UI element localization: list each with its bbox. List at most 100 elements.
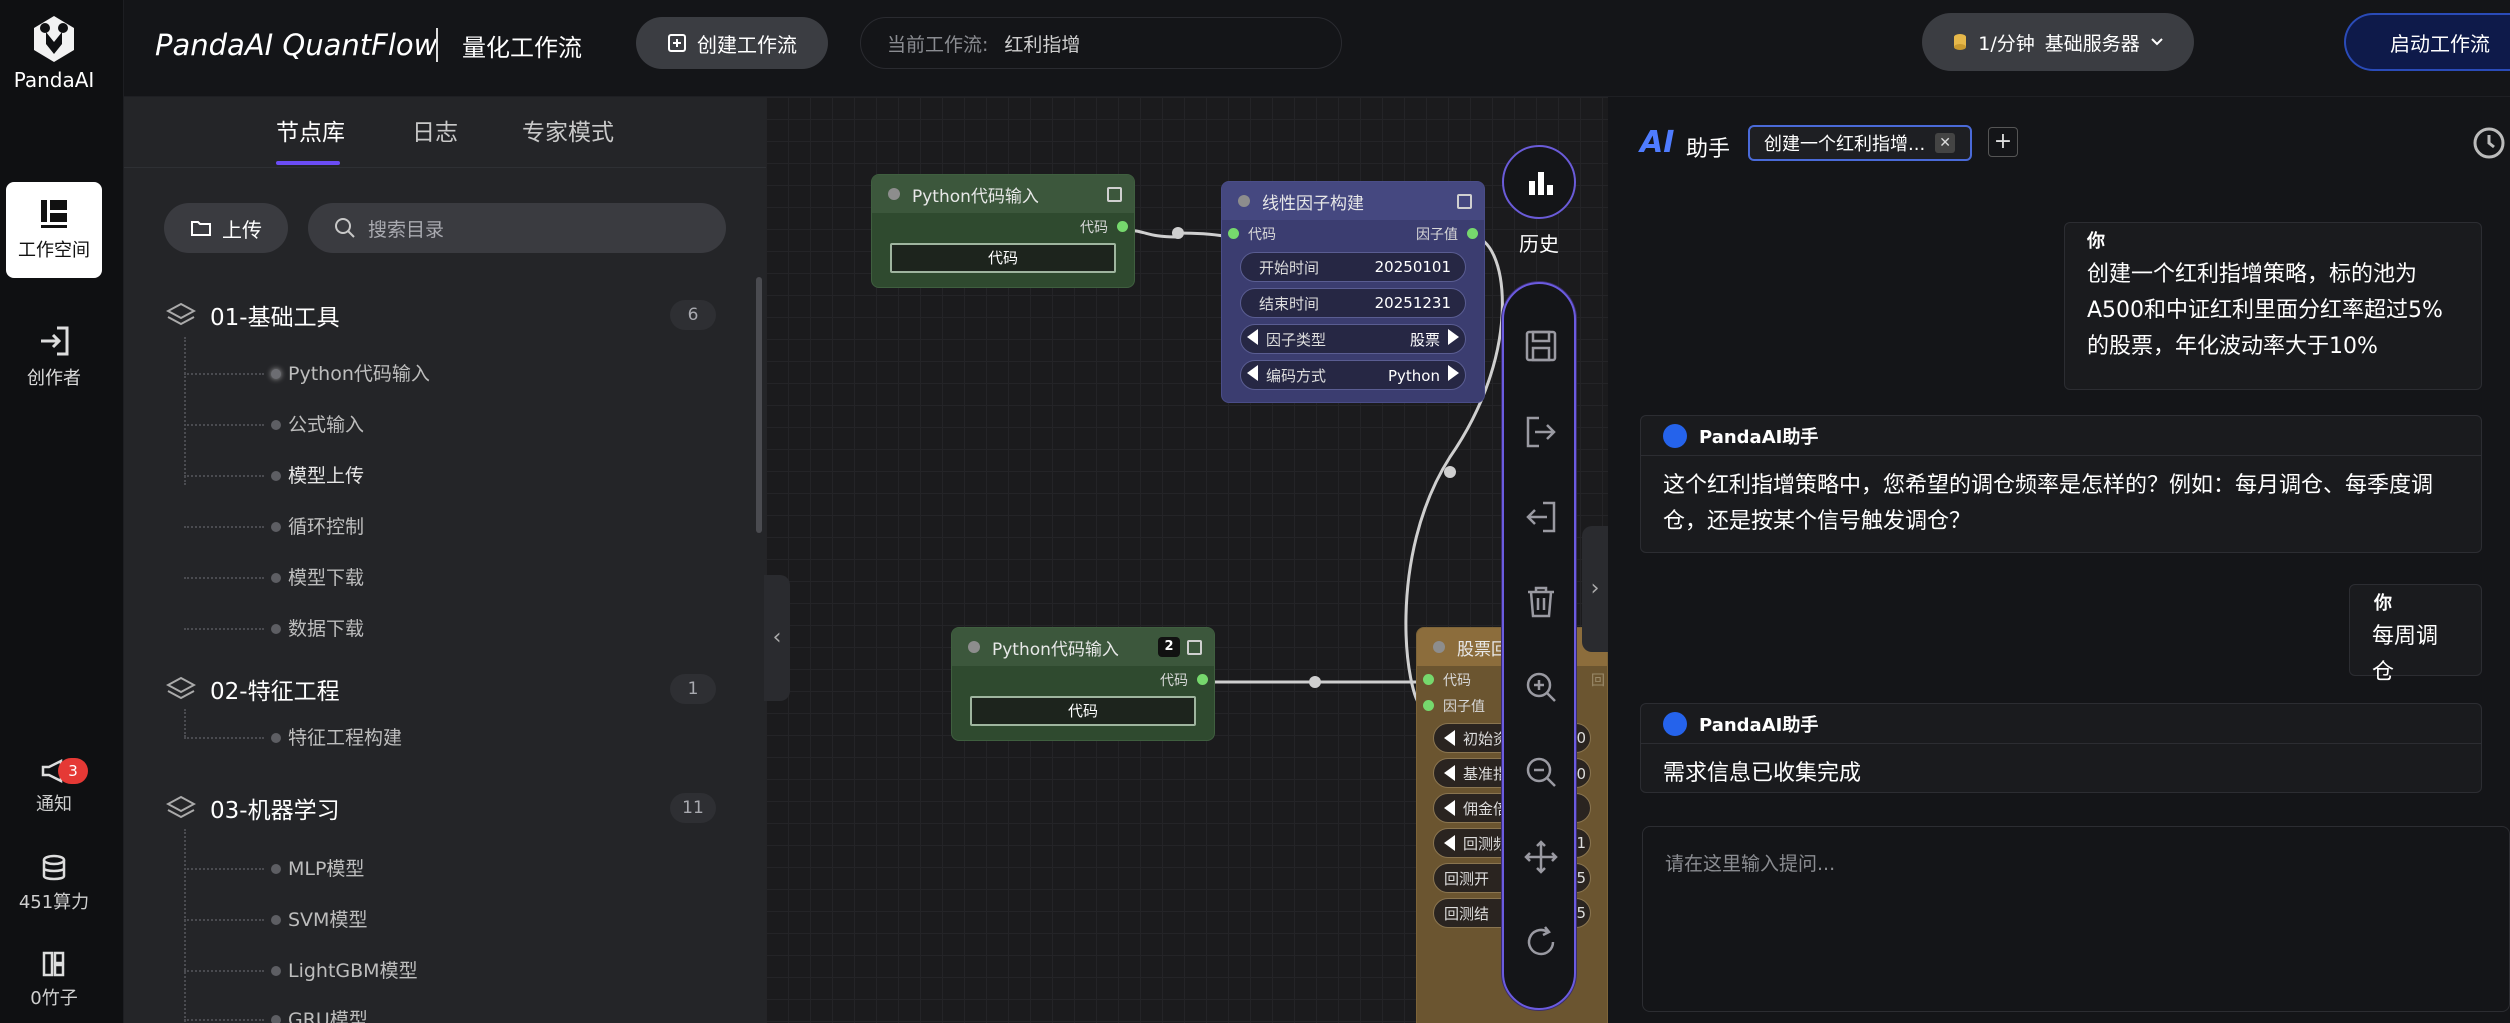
factor-type-select[interactable]: 因子类型 股票: [1240, 324, 1466, 354]
tab-node-library[interactable]: 节点库: [276, 113, 345, 147]
message-header: PandaAI助手: [1641, 704, 2481, 744]
start-time-field[interactable]: 开始时间 20250101: [1240, 252, 1466, 282]
active-tab-indicator: [276, 161, 340, 165]
server-selector[interactable]: 1/分钟 基础服务器: [1922, 13, 2194, 71]
tab-log[interactable]: 日志: [412, 113, 458, 147]
question-input[interactable]: 请在这里输入提问...: [1642, 826, 2510, 1012]
category-count: 1: [670, 674, 716, 704]
output-port[interactable]: [1197, 674, 1208, 685]
create-workflow-button[interactable]: 创建工作流: [636, 17, 828, 69]
collapse-left-panel-button[interactable]: ‹: [764, 575, 790, 701]
catalog-search-input[interactable]: 搜索目录: [308, 203, 726, 253]
node-header[interactable]: Python代码输入: [872, 175, 1134, 213]
history-label: 历史: [1519, 232, 1559, 256]
input-label: 代码: [1443, 673, 1471, 689]
export-icon[interactable]: [1523, 414, 1559, 450]
arrow-left-icon[interactable]: [1444, 835, 1455, 851]
clock-icon[interactable]: [2472, 126, 2506, 160]
node-status-dot: [1238, 195, 1250, 207]
list-item[interactable]: 循环控制: [184, 512, 584, 542]
list-item[interactable]: 模型下载: [184, 563, 584, 593]
node-header[interactable]: 线性因子构建: [1222, 182, 1484, 220]
input-port[interactable]: [1423, 700, 1434, 711]
zoom-out-icon[interactable]: [1523, 754, 1559, 790]
toggle-assistant-button[interactable]: ›: [1582, 526, 1608, 652]
close-icon[interactable]: ✕: [1935, 133, 1956, 153]
rail-bamboo[interactable]: 0竹子: [6, 950, 102, 1010]
list-item[interactable]: Python代码输入: [184, 359, 584, 389]
import-icon[interactable]: [1523, 499, 1559, 535]
chat-fade: [1608, 793, 2510, 827]
list-item-label: 循环控制: [288, 516, 365, 538]
rail-creator[interactable]: 创作者: [6, 310, 102, 406]
arrow-left-icon[interactable]: [1247, 364, 1258, 381]
folder-icon: [191, 221, 211, 236]
rail-compute[interactable]: 451算力: [6, 854, 102, 914]
notify-badge: 3: [58, 758, 88, 784]
list-item-label: 数据下载: [288, 618, 365, 640]
history-button[interactable]: [1502, 145, 1576, 219]
node-python-input-2[interactable]: Python代码输入 2 代码 代码: [951, 627, 1215, 741]
node-status-dot: [888, 188, 900, 200]
arrow-right-icon[interactable]: [1448, 328, 1459, 345]
output-label: 因子值: [1416, 227, 1458, 243]
layers-icon: [166, 676, 196, 700]
arrow-left-icon[interactable]: [1444, 730, 1455, 746]
code-input-box[interactable]: 代码: [970, 696, 1196, 726]
output-port[interactable]: [1117, 221, 1128, 232]
list-item[interactable]: GRU模型: [184, 1005, 584, 1023]
coins-icon: [1954, 34, 1967, 50]
category-feature-engineering[interactable]: 02-特征工程 1: [166, 671, 716, 707]
chat-session-tab[interactable]: 创建一个红利指增... ✕: [1748, 125, 1972, 161]
edit-icon[interactable]: [1457, 194, 1472, 209]
message-author: 你: [2374, 593, 2392, 614]
workflow-canvas[interactable]: Python代码输入 代码 代码 线性因子构建 代码 因子值 开始时间 20250…: [766, 97, 1608, 1023]
start-workflow-button[interactable]: 启动工作流: [2344, 13, 2510, 71]
end-time-field[interactable]: 结束时间 20251231: [1240, 288, 1466, 318]
current-workflow-field[interactable]: 当前工作流: 红利指增: [860, 17, 1342, 69]
encoding-select[interactable]: 编码方式 Python: [1240, 360, 1466, 390]
list-item-label: GRU模型: [288, 1009, 368, 1023]
node-linear-factor[interactable]: 线性因子构建 代码 因子值 开始时间 20250101 结束时间 20251231 …: [1221, 181, 1485, 403]
tab-expert-mode[interactable]: 专家模式: [522, 113, 614, 147]
list-item[interactable]: 模型上传: [184, 461, 584, 491]
category-machine-learning[interactable]: 03-机器学习 11: [166, 790, 716, 826]
list-item[interactable]: 数据下载: [184, 614, 584, 644]
edit-icon[interactable]: [1107, 187, 1122, 202]
code-input-box[interactable]: 代码: [890, 243, 1116, 273]
new-chat-button[interactable]: +: [1988, 127, 2018, 157]
panel-scrollbar[interactable]: [756, 277, 762, 533]
upload-button[interactable]: 上传: [164, 203, 288, 253]
canvas-toolbar: [1502, 282, 1576, 1010]
arrow-left-icon[interactable]: [1247, 328, 1258, 345]
arrow-right-icon[interactable]: [1448, 365, 1459, 381]
rail-notify[interactable]: 通知: [6, 758, 102, 816]
list-item[interactable]: MLP模型: [184, 854, 584, 884]
assistant-title: 助手: [1686, 137, 1731, 162]
node-output-row: 代码: [872, 213, 1134, 239]
arrow-left-icon[interactable]: [1444, 765, 1455, 781]
field-value: 股票: [1409, 330, 1440, 349]
move-icon[interactable]: [1523, 839, 1559, 875]
input-port[interactable]: [1423, 674, 1434, 685]
list-item[interactable]: 特征工程构建: [184, 723, 584, 753]
output-label: 代码: [1160, 673, 1188, 689]
refresh-icon[interactable]: [1523, 924, 1559, 960]
arrow-left-icon[interactable]: [1444, 800, 1455, 816]
node-python-input-1[interactable]: Python代码输入 代码 代码: [871, 174, 1135, 288]
trash-icon[interactable]: [1523, 584, 1559, 620]
search-placeholder: 搜索目录: [368, 218, 445, 241]
zoom-in-icon[interactable]: [1523, 669, 1559, 705]
edit-icon[interactable]: [1187, 640, 1202, 655]
output-port[interactable]: [1467, 228, 1478, 239]
node-port-row: 代码 因子值: [1222, 220, 1484, 246]
list-item[interactable]: SVM模型: [184, 905, 584, 935]
rate-label: 1/分钟: [1978, 32, 2035, 55]
save-icon[interactable]: [1523, 328, 1559, 364]
rail-workspace[interactable]: 工作空间: [6, 182, 102, 278]
input-port[interactable]: [1228, 228, 1239, 239]
list-item[interactable]: 公式输入: [184, 410, 584, 440]
rail-creator-label: 创作者: [27, 368, 81, 389]
category-basic-tools[interactable]: 01-基础工具 6: [166, 297, 716, 333]
list-item[interactable]: LightGBM模型: [184, 956, 584, 986]
